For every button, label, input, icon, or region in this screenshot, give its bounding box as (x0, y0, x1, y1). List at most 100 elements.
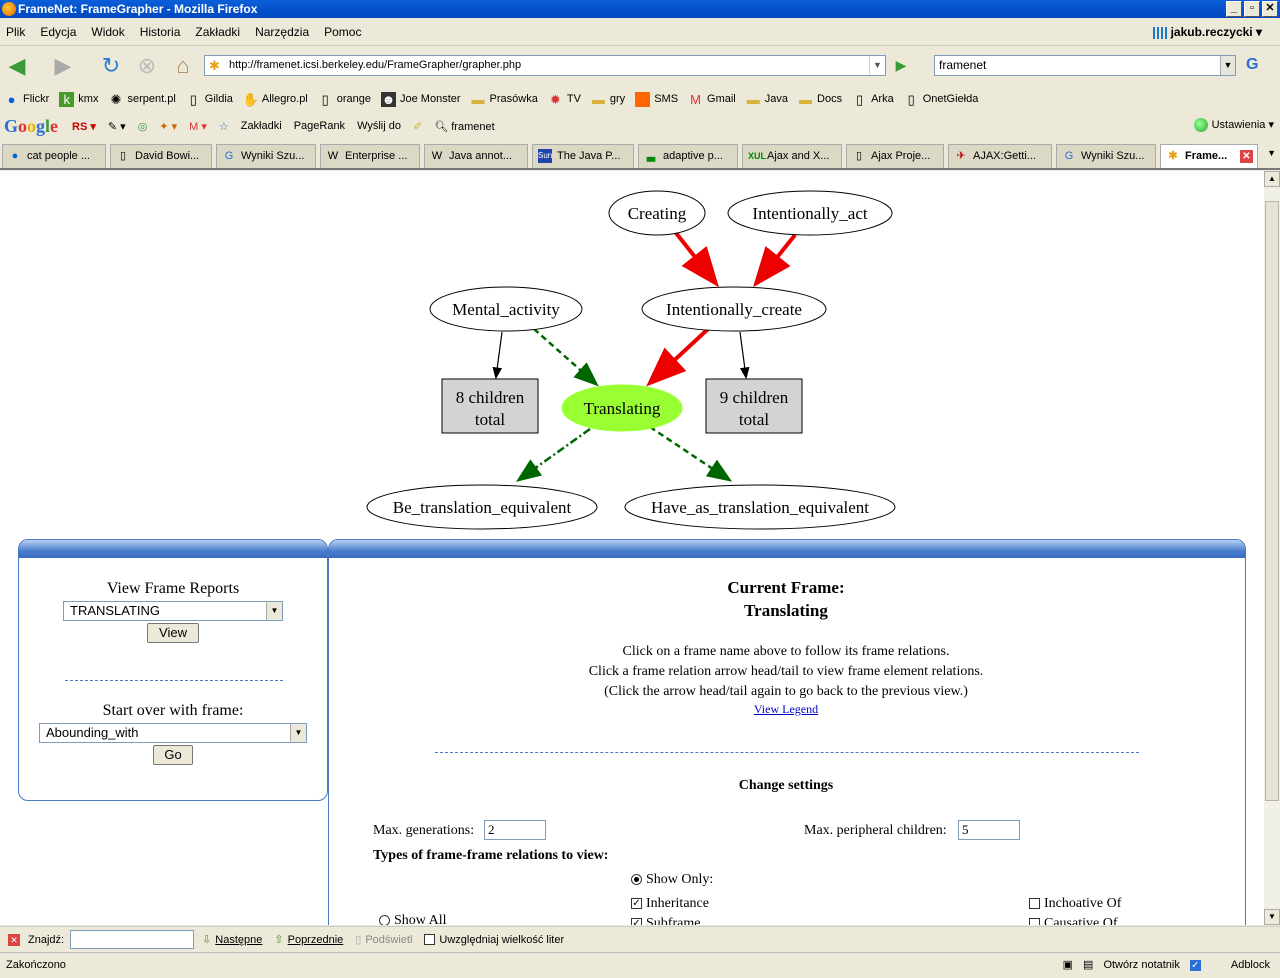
tab-5[interactable]: W Java annot... (424, 144, 528, 168)
menu-historia[interactable]: Historia (140, 25, 181, 39)
bookmark-arka[interactable]: ▯ Arka (852, 92, 894, 107)
highlight-icon[interactable]: ✐ (413, 120, 422, 133)
rs-icon[interactable]: RS ▾ (72, 120, 96, 133)
page-scrollbar[interactable]: ▲ ▼ (1264, 171, 1280, 925)
edge-intentionally-create-to-translating[interactable] (646, 327, 710, 387)
forward-icon[interactable]: ▶ (50, 54, 76, 78)
close-tab-icon[interactable]: ✕ (1240, 150, 1253, 163)
url-dropdown-icon[interactable]: ▼ (869, 56, 885, 75)
tab-8[interactable]: XUL Ajax and X... (742, 144, 842, 168)
causative-checkbox[interactable] (1029, 918, 1040, 925)
settings-button[interactable]: Ustawienia ▾ (1193, 118, 1274, 133)
bookmark-prasowka[interactable]: ▬ Prasówka (471, 92, 538, 107)
edge-creating-to-intentionally-create[interactable] (674, 231, 719, 288)
scroll-up-icon[interactable]: ▲ (1264, 171, 1280, 187)
gmail-toolbar-icon[interactable]: M ▾ (189, 120, 207, 133)
match-case-checkbox[interactable] (424, 934, 436, 945)
bookmark-onetgielda[interactable]: ▯ OnetGiełda (904, 92, 979, 107)
edge-intentionally-act-to-intentionally-create[interactable] (752, 233, 797, 288)
tab-3[interactable]: G Wyniki Szu... (216, 144, 316, 168)
notepad-button[interactable]: Otwórz notatnik (1103, 953, 1179, 977)
bookmark-flickr[interactable]: ● Flickr (4, 92, 50, 107)
view-legend-link[interactable]: View Legend (754, 702, 818, 716)
subframe-checkbox[interactable]: ✓ (631, 918, 642, 925)
node-be-translation-equivalent[interactable]: Be_translation_equivalent (366, 484, 598, 530)
url-bar[interactable]: ✱ http://framenet.icsi.berkeley.edu/Fram… (204, 55, 886, 76)
show-all-radio[interactable] (379, 915, 390, 925)
inheritance-option[interactable]: ✓ Inheritance (631, 896, 709, 912)
menu-widok[interactable]: Widok (91, 25, 124, 39)
max-generations-input[interactable]: 2 (484, 820, 546, 840)
reload-icon[interactable]: ↻ (98, 54, 124, 78)
node-intentionally-act[interactable]: Intentionally_act (727, 190, 893, 236)
edge-translating-to-be-translation[interactable] (515, 427, 591, 482)
bookmark-kmx[interactable]: k kmx (59, 91, 98, 107)
minimize-button[interactable]: _ (1226, 1, 1242, 17)
edge-mental-activity-to-translating[interactable] (533, 328, 599, 387)
scroll-thumb[interactable] (1265, 201, 1279, 801)
menu-edycja[interactable]: Edycja (40, 25, 76, 39)
node-children-right[interactable]: 9 children total (705, 378, 803, 434)
google-logo[interactable]: Google (4, 116, 58, 137)
bookmark-joe-monster[interactable]: ☻ Joe Monster (381, 91, 461, 107)
search-dropdown-icon[interactable]: ▼ (1220, 56, 1235, 75)
tab-1[interactable]: ● cat people ... (2, 144, 106, 168)
show-only-radio[interactable] (631, 874, 642, 886)
status-check-icon[interactable]: ✓ (1189, 959, 1201, 971)
frame-report-select[interactable]: TRANSLATING ▼ (63, 601, 283, 621)
close-find-icon[interactable]: ✕ (8, 933, 20, 946)
subframe-option[interactable]: ✓ Subframe (631, 916, 700, 925)
page-info-icon[interactable]: ▣ (1063, 953, 1073, 977)
bookmark-docs[interactable]: ▬ Docs (798, 92, 842, 107)
find-previous-button[interactable]: Poprzednie (288, 934, 344, 946)
user-account[interactable]: jakub.reczycki ▾ (1152, 25, 1262, 39)
tab-6[interactable]: Sun The Java P... (532, 144, 634, 168)
back-icon[interactable]: ◀ (4, 54, 30, 78)
bookmark-sms[interactable]: SMS (635, 91, 678, 107)
stop-icon[interactable]: ⊗ (134, 54, 160, 78)
go-button[interactable]: Go (153, 745, 193, 765)
zakladki-toolbar-button[interactable]: Zakładki (241, 120, 282, 132)
inheritance-checkbox[interactable]: ✓ (631, 898, 642, 910)
inchoative-checkbox[interactable] (1029, 898, 1040, 910)
edge-translating-to-have-translation[interactable] (649, 425, 733, 482)
start-frame-select[interactable]: Abounding_with ▼ (39, 723, 307, 743)
node-mental-activity[interactable]: Mental_activity (429, 286, 583, 332)
go-icon[interactable]: ▶ (890, 55, 912, 76)
menu-plik[interactable]: Plik (6, 25, 25, 39)
tab-10[interactable]: ✈ AJAX:Getti... (948, 144, 1052, 168)
menu-narzedzia[interactable]: Narzędzia (255, 25, 309, 39)
tab-9[interactable]: ▯ Ajax Proje... (846, 144, 944, 168)
find-input[interactable] (70, 930, 195, 949)
close-window-button[interactable]: ✕ (1262, 1, 1278, 17)
home-icon[interactable]: ⌂ (170, 54, 196, 78)
search-input[interactable]: framenet ▼ (934, 55, 1236, 76)
highlight-button[interactable]: Podświetl (365, 934, 412, 946)
tab-active[interactable]: ✱ Frame... ✕ (1160, 144, 1258, 168)
view-button[interactable]: View (147, 623, 199, 643)
bookmark-serpent[interactable]: ✺ serpent.pl (108, 92, 176, 107)
find-next-button[interactable]: Następne (215, 934, 262, 946)
bookmark-gildia[interactable]: ▯ Gildia (186, 92, 233, 107)
tab-2[interactable]: ▯ David Bowi... (110, 144, 212, 168)
notepad-icon[interactable]: ▤ (1083, 953, 1093, 977)
node-translating[interactable]: Translating (561, 384, 683, 432)
wyslij-do-button[interactable]: Wyślij do (357, 120, 401, 132)
node-creating[interactable]: Creating (608, 190, 706, 236)
node-children-left[interactable]: 8 children total (441, 378, 539, 434)
chrome-icon[interactable]: ◎ (138, 120, 148, 133)
node-intentionally-create[interactable]: Intentionally_create (641, 286, 827, 332)
bookmark-tv[interactable]: ✹ TV (548, 92, 581, 107)
scroll-down-icon[interactable]: ▼ (1264, 909, 1280, 925)
puzzle-icon[interactable]: ✦ ▾ (159, 120, 177, 133)
spellcheck-icon[interactable]: ✎ ▾ (108, 120, 126, 133)
search-term-framenet[interactable]: 🔍︎ framenet (434, 120, 494, 133)
bookmark-orange[interactable]: ▯ orange (318, 92, 371, 107)
adblock-button[interactable]: Adblock (1231, 953, 1270, 977)
bookmark-gry[interactable]: ▬ gry (591, 92, 625, 107)
menu-zakladki[interactable]: Zakładki (195, 25, 240, 39)
maximize-button[interactable]: ▫ (1244, 1, 1260, 17)
show-only-option[interactable]: Show Only: (631, 872, 713, 888)
tab-11[interactable]: G Wyniki Szu... (1056, 144, 1156, 168)
show-all-option[interactable]: Show All (379, 913, 447, 925)
